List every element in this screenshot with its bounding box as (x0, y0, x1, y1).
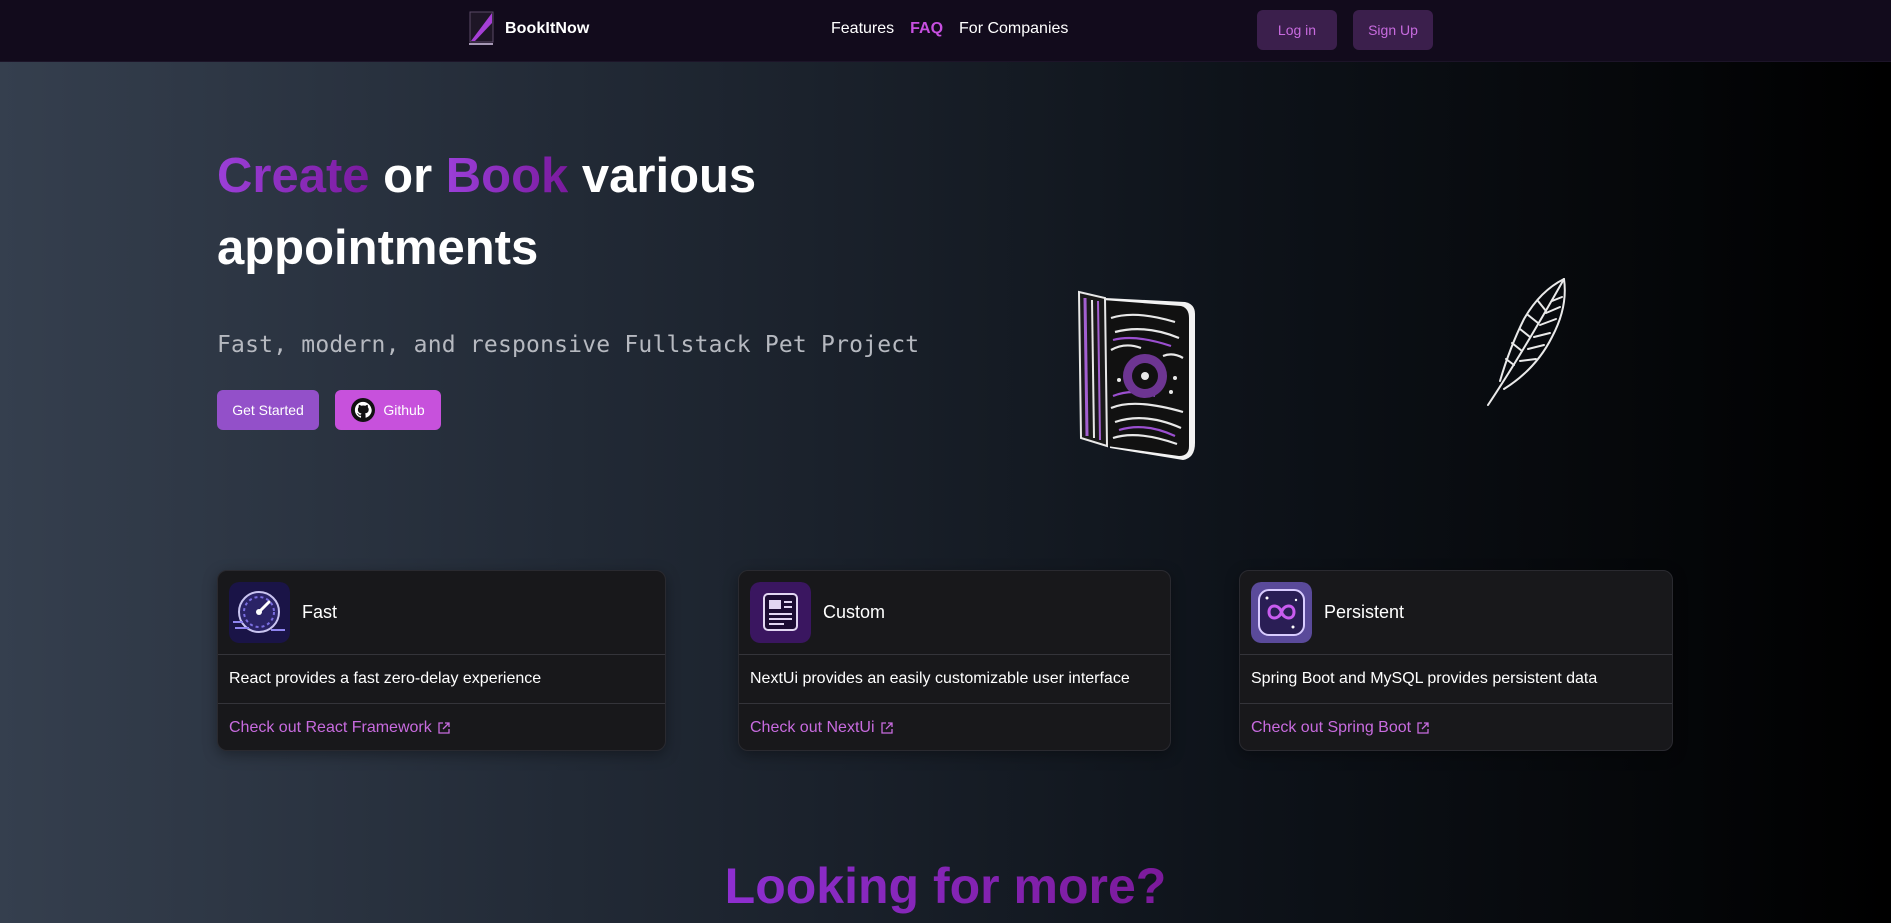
feature-card-fast: Fast React provides a fast zero-delay ex… (217, 570, 666, 751)
card-description: NextUi provides an easily customizable u… (739, 655, 1170, 704)
external-link-icon (438, 721, 450, 734)
feature-card-persistent: Persistent Spring Boot and MySQL provide… (1239, 570, 1673, 751)
brand[interactable]: BookItNow (467, 11, 589, 47)
hero-title-book: Book (445, 149, 569, 203)
hero-title: Create or Book various appointments (217, 140, 837, 284)
looking-for-more-text: Looking for more? (724, 858, 1167, 914)
feather-illustration (1487, 278, 1566, 406)
link-label: Check out React Framework (229, 718, 432, 736)
navbar: BookItNow Features FAQ For Companies Log… (0, 0, 1891, 62)
book-illustration (1077, 290, 1195, 460)
link-label: Check out NextUi (750, 718, 875, 736)
external-link-icon (1417, 721, 1429, 734)
card-header: Custom (739, 571, 1170, 655)
card-header: Fast (218, 571, 665, 655)
nav-links: Features FAQ For Companies (831, 20, 1068, 38)
card-header: Persistent (1240, 571, 1672, 655)
github-icon (351, 398, 376, 422)
github-button[interactable]: Github (335, 390, 441, 430)
infinity-icon (1251, 582, 1312, 643)
card-description: Spring Boot and MySQL provides persisten… (1240, 655, 1672, 704)
hero-title-or: or (369, 149, 446, 203)
card-title: Persistent (1324, 602, 1405, 622)
github-label: Github (383, 402, 425, 418)
hero-title-create: Create (217, 149, 370, 203)
speedometer-icon (229, 582, 290, 643)
link-label: Check out Spring Boot (1251, 718, 1412, 736)
signup-button[interactable]: Sign Up (1353, 10, 1433, 50)
card-description: React provides a fast zero-delay experie… (218, 655, 665, 704)
feature-card-custom: Custom NextUi provides an easily customi… (738, 570, 1171, 751)
react-framework-link[interactable]: Check out React Framework (218, 704, 665, 751)
external-link-icon (880, 721, 893, 734)
nav-link-for-companies[interactable]: For Companies (959, 20, 1068, 38)
card-title: Fast (302, 602, 338, 622)
get-started-button[interactable]: Get Started (217, 390, 319, 430)
ui-layout-icon (750, 582, 811, 643)
nextui-link[interactable]: Check out NextUi (739, 704, 1170, 751)
nav-link-faq[interactable]: FAQ (910, 20, 943, 38)
spring-boot-link[interactable]: Check out Spring Boot (1240, 704, 1672, 751)
hero-subtitle: Fast, modern, and responsive Fullstack P… (217, 332, 920, 358)
looking-for-more-heading: Looking for more? (0, 857, 1891, 915)
nav-link-features[interactable]: Features (831, 20, 894, 38)
card-title: Custom (823, 602, 886, 622)
brand-name: BookItNow (505, 20, 590, 37)
brand-logo-icon (469, 11, 494, 45)
login-button[interactable]: Log in (1257, 10, 1337, 50)
